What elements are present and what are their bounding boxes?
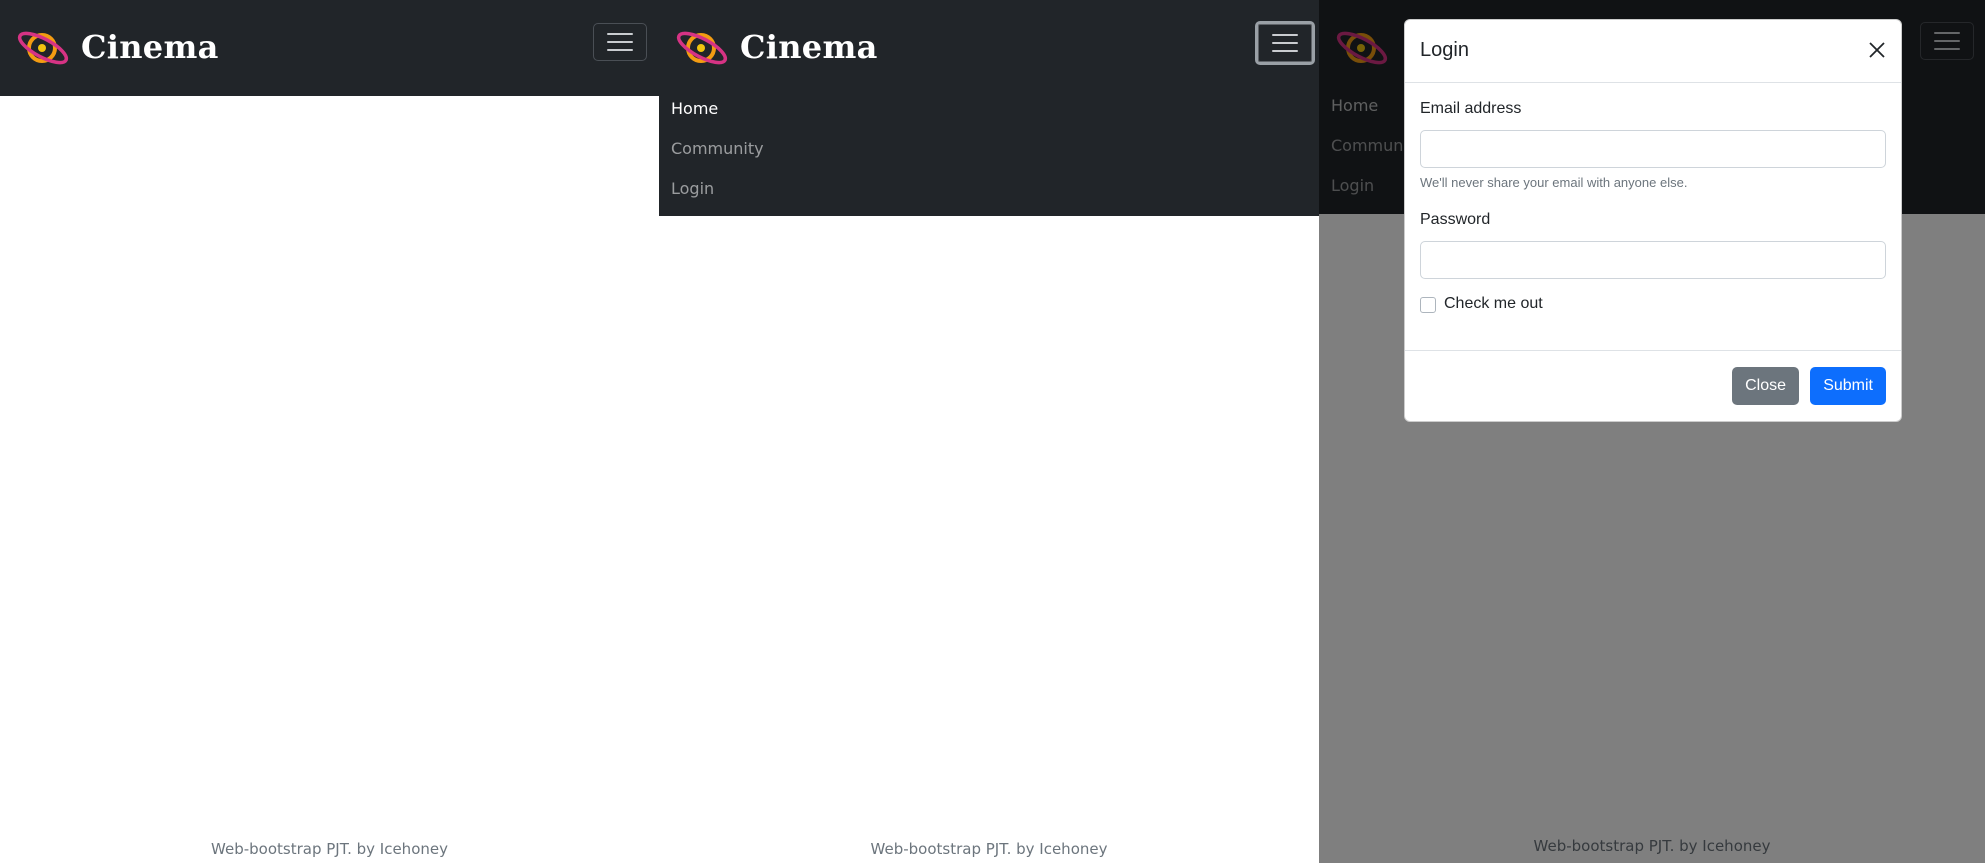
panel-expanded-navbar: Cinema Home Community Login Web-bootstra… bbox=[659, 0, 1319, 863]
close-button[interactable]: Close bbox=[1732, 367, 1799, 405]
submit-button[interactable]: Submit bbox=[1810, 367, 1886, 405]
footer-text: Web-bootstrap PJT. by Icehoney bbox=[211, 840, 448, 858]
navbar: Cinema bbox=[0, 0, 659, 96]
hamburger-menu-icon bbox=[607, 33, 633, 51]
footer-text: Web-bootstrap PJT. by Icehoney bbox=[870, 840, 1108, 858]
email-field[interactable] bbox=[1420, 130, 1886, 168]
brand-name: Cinema bbox=[740, 28, 878, 66]
nav-menu: Home Community Login bbox=[659, 96, 1319, 216]
navbar-toggler-button[interactable] bbox=[1255, 21, 1315, 65]
modal-title: Login bbox=[1420, 39, 1469, 61]
modal-header: Login bbox=[1405, 20, 1901, 83]
check-me-out-label[interactable]: Check me out bbox=[1444, 295, 1543, 313]
navbar: Cinema bbox=[659, 0, 1319, 96]
email-label: Email address bbox=[1420, 100, 1522, 117]
panel-login-modal: Home Communit Login Web-bootstrap PJT. b… bbox=[1319, 0, 1985, 863]
email-help-text: We'll never share your email with anyone… bbox=[1420, 175, 1688, 190]
modal-body: Email address We'll never share your ema… bbox=[1420, 82, 1886, 371]
nav-item-home[interactable]: Home bbox=[671, 99, 718, 118]
navbar-brand[interactable]: Cinema bbox=[674, 22, 878, 72]
password-label: Password bbox=[1420, 211, 1491, 228]
hamburger-menu-icon bbox=[1272, 34, 1298, 52]
brand-name: Cinema bbox=[81, 28, 219, 66]
login-modal: Login Email address We'll never share yo… bbox=[1404, 19, 1902, 422]
navbar-brand[interactable]: Cinema bbox=[15, 22, 219, 72]
password-field[interactable] bbox=[1420, 241, 1886, 279]
panel-collapsed-navbar: Cinema Web-bootstrap PJT. by Icehoney bbox=[0, 0, 659, 863]
nav-item-community[interactable]: Community bbox=[671, 139, 764, 158]
planet-logo-icon bbox=[676, 31, 728, 65]
close-icon[interactable] bbox=[1865, 38, 1889, 62]
modal-footer: Close Submit bbox=[1405, 350, 1901, 421]
check-me-out-checkbox[interactable] bbox=[1420, 297, 1436, 313]
planet-logo-icon bbox=[17, 31, 69, 65]
navbar-toggler-button[interactable] bbox=[593, 23, 647, 61]
nav-item-login[interactable]: Login bbox=[671, 179, 714, 198]
